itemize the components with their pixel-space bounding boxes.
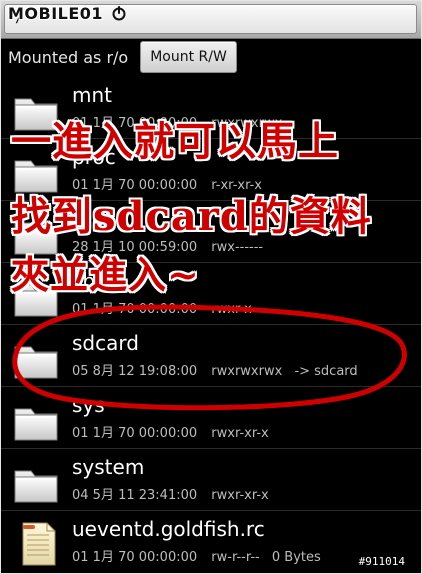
folder-icon xyxy=(14,346,58,379)
watermark-text: MOBILE01 xyxy=(8,4,104,23)
item-permissions: rwx------ xyxy=(211,240,264,255)
item-link-target: -> sdcard xyxy=(294,364,358,379)
item-name: sdcard xyxy=(72,331,139,355)
item-meta: 05 8月 12 19:08:00 rwxrwxrwx -> sdcard xyxy=(72,360,358,379)
item-name: sys xyxy=(72,393,105,417)
mounted-status-label: Mounted as r/o xyxy=(8,48,129,67)
item-name: root xyxy=(72,207,113,231)
power-icon xyxy=(112,6,126,21)
item-size: 0 Bytes xyxy=(271,550,321,565)
item-meta: 01 1月 70 00:00:00 rw-r--r-- 0 Bytes xyxy=(72,546,321,565)
list-item-sdcard[interactable]: sdcard 05 8月 12 19:08:00 rwxrwxrwx -> sd… xyxy=(1,325,421,387)
item-date: 01 1月 70 00:00:00 xyxy=(72,116,198,131)
item-meta: 01 1月 70 00:00:00 r-xr-xr-x xyxy=(72,174,262,193)
list-item[interactable]: sbin 01 1月 70 00:00:00 rwxr-x--- xyxy=(1,263,421,325)
list-item[interactable]: sys 01 1月 70 00:00:00 rwxr-xr-x xyxy=(1,387,421,449)
path-bar: / MOBILE01 xyxy=(1,1,421,39)
list-item[interactable]: proc 01 1月 70 00:00:00 r-xr-xr-x xyxy=(1,139,421,201)
item-meta: 01 1月 70 00:00:00 rwxr-xr-x xyxy=(72,422,269,441)
item-permissions: rw-r--r-- xyxy=(211,550,260,565)
folder-icon xyxy=(14,470,58,503)
mount-rw-button[interactable]: Mount R/W xyxy=(140,41,237,73)
item-date: 01 1月 70 00:00:00 xyxy=(72,302,198,317)
item-date: 28 1月 10 00:59:00 xyxy=(72,240,198,255)
site-watermark: MOBILE01 xyxy=(8,4,127,23)
folder-icon xyxy=(14,284,58,317)
list-item[interactable]: root 28 1月 10 00:59:00 rwx------ xyxy=(1,201,421,263)
item-date: 01 1月 70 00:00:00 xyxy=(72,426,198,441)
android-root-explorer-screen: / MOBILE01 Mounted as r/o Mount R/W mnt … xyxy=(0,0,422,574)
item-meta: 01 1月 70 00:00:00 rwxr-x--- xyxy=(72,298,266,317)
item-meta: 04 5月 11 23:41:00 rwxr-xr-x xyxy=(72,484,269,503)
item-name: system xyxy=(72,455,145,479)
item-meta: 28 1月 10 00:59:00 rwx------ xyxy=(72,236,263,255)
item-name: mnt xyxy=(72,83,112,107)
item-name: proc xyxy=(72,145,116,169)
document-icon xyxy=(22,522,56,566)
folder-icon xyxy=(14,160,58,193)
item-name: sbin xyxy=(72,269,114,293)
item-permissions: rwxr-xr-x xyxy=(211,488,269,503)
list-item[interactable]: system 04 5月 11 23:41:00 rwxr-xr-x xyxy=(1,449,421,511)
item-date: 04 5月 11 23:41:00 xyxy=(72,488,198,503)
item-permissions: rwxr-x--- xyxy=(211,302,266,317)
folder-icon xyxy=(14,222,58,255)
item-permissions: rwxrwxrwx xyxy=(211,364,283,379)
mount-row: Mounted as r/o Mount R/W xyxy=(1,39,421,75)
item-name: ueventd.goldfish.rc xyxy=(72,517,265,541)
item-date: 01 1月 70 00:00:00 xyxy=(72,550,198,565)
item-permissions: rwxr-xr-x xyxy=(211,426,269,441)
item-permissions: rwxrwxrwx xyxy=(211,116,283,131)
list-item[interactable]: mnt 01 1月 70 00:00:00 rwxrwxrwx xyxy=(1,77,421,139)
folder-icon xyxy=(14,98,58,131)
file-list: mnt 01 1月 70 00:00:00 rwxrwxrwx proc 01 … xyxy=(1,77,421,573)
folder-icon xyxy=(14,408,58,441)
item-meta: 01 1月 70 00:00:00 rwxrwxrwx xyxy=(72,112,282,131)
image-id-badge: #911014 xyxy=(352,554,411,569)
item-permissions: r-xr-xr-x xyxy=(211,178,262,193)
item-date: 01 1月 70 00:00:00 xyxy=(72,178,198,193)
item-date: 05 8月 12 19:08:00 xyxy=(72,364,198,379)
